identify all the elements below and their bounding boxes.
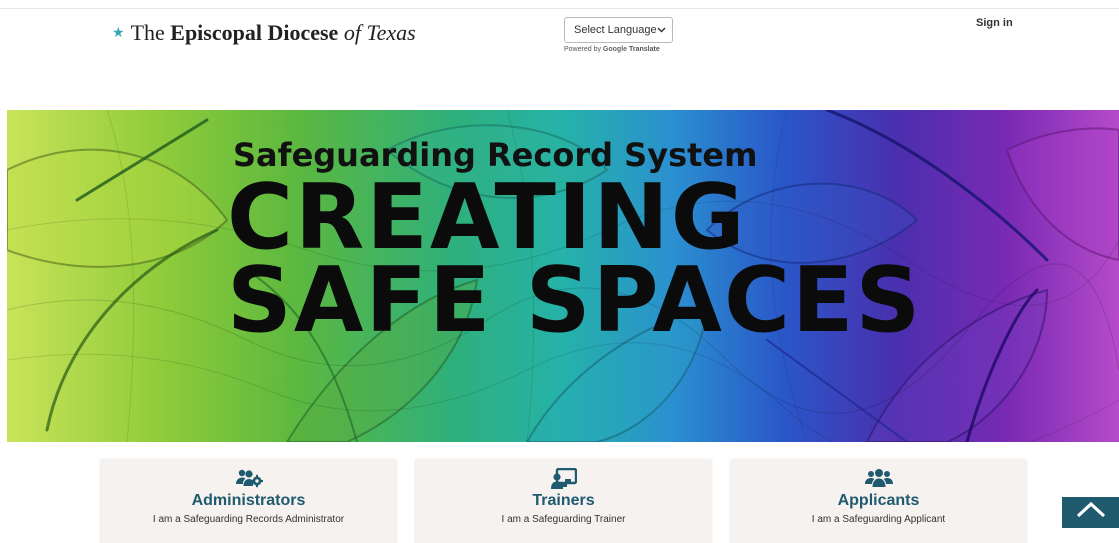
page: ★ The Episcopal Diocese of Texas Select L… [0, 0, 1119, 543]
card-title: Administrators [191, 492, 306, 509]
card-description: I am a Safeguarding Trainer [501, 514, 626, 525]
users-icon [731, 468, 1026, 490]
users-cog-icon [101, 468, 396, 490]
logo-bold: Episcopal Diocese [170, 20, 339, 45]
top-divider [0, 8, 1119, 9]
chalkboard-teacher-icon [416, 468, 711, 490]
logo-italic: of Texas [338, 20, 416, 45]
card-trainers[interactable]: Trainers I am a Safeguarding Trainer [416, 459, 711, 543]
star-icon: ★ [112, 26, 125, 41]
chevron-up-icon [1075, 501, 1107, 524]
sign-in-link[interactable]: Sign in [976, 17, 1013, 29]
logo-prefix: The [130, 20, 171, 45]
hero-headline-line-2: SAFE SPACES [227, 248, 923, 353]
scroll-to-top-button[interactable] [1062, 497, 1119, 528]
card-title: Trainers [532, 492, 595, 509]
chevron-down-icon [657, 25, 666, 35]
card-administrators[interactable]: Administrators I am a Safeguarding Recor… [101, 459, 396, 543]
card-title: Applicants [837, 492, 920, 509]
card-description: I am a Safeguarding Applicant [811, 514, 946, 525]
language-select[interactable]: Select Language [564, 17, 673, 43]
hero-banner: Safeguarding Record System CREATING SAFE… [7, 110, 1119, 442]
card-applicants[interactable]: Applicants I am a Safeguarding Applicant [731, 459, 1026, 543]
powered-by-label: Powered by [564, 46, 601, 53]
card-description: I am a Safeguarding Records Administrato… [152, 514, 345, 525]
language-select-value: Select Language [574, 24, 657, 36]
powered-by-google: Powered by Google Translate [564, 46, 660, 53]
google-logo-text[interactable]: Google [603, 46, 627, 53]
site-logo[interactable]: ★ The Episcopal Diocese of Texas [112, 20, 416, 46]
translate-label[interactable]: Translate [629, 46, 660, 53]
